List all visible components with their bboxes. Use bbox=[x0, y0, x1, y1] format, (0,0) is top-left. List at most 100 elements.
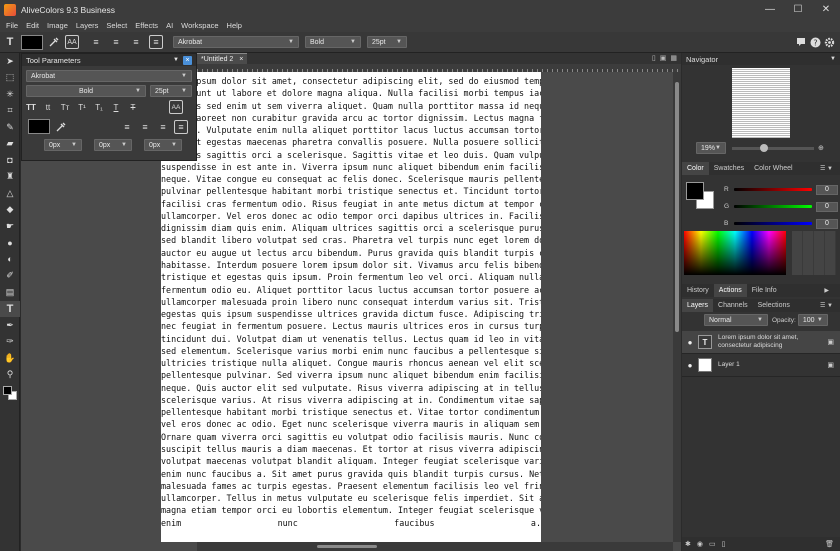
tp-align-justify-icon[interactable]: ≡ bbox=[174, 119, 188, 134]
color-foreground[interactable] bbox=[686, 182, 704, 200]
color-panel-menu-icon[interactable]: ☰ ▼ bbox=[815, 162, 838, 175]
foreground-color[interactable] bbox=[3, 386, 12, 395]
menu-help[interactable]: Help bbox=[223, 21, 246, 30]
new-group-icon[interactable]: ▭ bbox=[709, 540, 716, 548]
underline-button[interactable]: T bbox=[109, 100, 123, 114]
tp-size-select[interactable]: 25pt ▼ bbox=[150, 85, 192, 97]
layers-menu-icon[interactable]: ☰ ▼ bbox=[815, 299, 838, 312]
font-weight-select[interactable]: Bold ▼ bbox=[305, 36, 361, 48]
tp-antialias-button[interactable]: AA bbox=[169, 100, 183, 114]
line-spacing-field[interactable]: 0px ▼ bbox=[94, 139, 132, 151]
lock-icon[interactable]: ▣ bbox=[827, 361, 834, 369]
green-value[interactable]: 0 bbox=[816, 201, 838, 212]
tab-color-wheel[interactable]: Color Wheel bbox=[749, 162, 798, 175]
type-tool-icon[interactable]: T bbox=[0, 300, 20, 317]
menu-edit[interactable]: Edit bbox=[22, 21, 43, 30]
panel-close-icon[interactable]: × bbox=[183, 55, 192, 65]
zoom-fit-icon[interactable]: ⊕ bbox=[818, 144, 824, 152]
layout-icon[interactable]: ▣ bbox=[660, 54, 667, 62]
visibility-eye-icon[interactable]: ● bbox=[682, 361, 698, 370]
navigator-menu-icon[interactable]: ▼ bbox=[830, 56, 836, 62]
align-left-icon[interactable]: ≡ bbox=[89, 35, 103, 49]
layer-row-layer1[interactable]: ● Layer 1 ▣ bbox=[682, 354, 840, 377]
green-slider[interactable] bbox=[734, 205, 812, 208]
zoom-tool-icon[interactable]: ⚲ bbox=[0, 367, 20, 384]
tab-layers[interactable]: Layers bbox=[682, 299, 714, 312]
grid-icon[interactable]: ▦ bbox=[670, 54, 677, 62]
vertical-scrollbar[interactable] bbox=[673, 72, 681, 542]
pencil-tool-icon[interactable]: ✐ bbox=[0, 268, 20, 285]
red-value[interactable]: 0 bbox=[816, 184, 838, 195]
menu-file[interactable]: File bbox=[2, 21, 22, 30]
maximize-button[interactable]: ☐ bbox=[784, 0, 812, 19]
subscript-button[interactable]: T₁ bbox=[92, 100, 106, 114]
red-slider[interactable] bbox=[734, 188, 812, 191]
tab-selections[interactable]: Selections bbox=[753, 299, 795, 312]
align-justify-icon[interactable]: ≡ bbox=[149, 35, 163, 49]
align-center-icon[interactable]: ≡ bbox=[109, 35, 123, 49]
feedback-icon[interactable] bbox=[794, 35, 808, 49]
tab-channels[interactable]: Channels bbox=[713, 299, 753, 312]
document-tab-close[interactable]: × bbox=[239, 56, 243, 63]
navigator-preview[interactable] bbox=[682, 65, 840, 141]
superscript-button[interactable]: T¹ bbox=[75, 100, 89, 114]
burn-tool-icon[interactable]: ◐ bbox=[0, 251, 20, 268]
baseline-shift-field[interactable]: 0px ▼ bbox=[144, 139, 182, 151]
settings-gear-icon[interactable] bbox=[822, 35, 836, 49]
zoom-slider-handle[interactable] bbox=[760, 143, 768, 152]
marquee-tool-icon[interactable]: ⬚ bbox=[0, 70, 20, 87]
text-layer-content[interactable]: Lorem ipsum dolor sit amet, consectetur … bbox=[161, 72, 541, 529]
menu-workspace[interactable]: Workspace bbox=[177, 21, 222, 30]
font-family-select[interactable]: Akrobat ▼ bbox=[173, 36, 299, 48]
tab-file-info[interactable]: File Info bbox=[747, 284, 782, 297]
small-caps-button[interactable]: Tт bbox=[58, 100, 72, 114]
menu-layers[interactable]: Layers bbox=[72, 21, 103, 30]
document-canvas[interactable]: Lorem ipsum dolor sit amet, consectetur … bbox=[161, 72, 541, 542]
smudge-tool-icon[interactable]: ☛ bbox=[0, 218, 20, 235]
new-layer-icon[interactable]: ▯ bbox=[722, 540, 726, 548]
blue-value[interactable]: 0 bbox=[816, 218, 838, 229]
move-tool-icon[interactable]: ➤ bbox=[0, 53, 20, 70]
visibility-eye-icon[interactable]: ● bbox=[682, 338, 698, 347]
stamp-tool-icon[interactable]: ♜ bbox=[0, 169, 20, 186]
lock-icon[interactable]: ▣ bbox=[827, 338, 834, 346]
shape-tool-icon[interactable]: △ bbox=[0, 185, 20, 202]
history-more-icon[interactable]: ▶ bbox=[819, 284, 834, 297]
eraser-tool-icon[interactable]: ▰ bbox=[0, 136, 20, 153]
text-tool-icon[interactable]: T bbox=[3, 35, 17, 49]
opacity-select[interactable]: 100 ▼ bbox=[797, 314, 828, 326]
tp-eyedropper-icon[interactable] bbox=[54, 120, 68, 134]
magic-wand-icon[interactable]: ✳ bbox=[0, 86, 20, 103]
pen-tool-icon[interactable]: ✒ bbox=[0, 317, 20, 334]
menu-ai[interactable]: AI bbox=[162, 21, 177, 30]
tab-swatches[interactable]: Swatches bbox=[709, 162, 749, 175]
tab-color[interactable]: Color bbox=[682, 162, 709, 175]
text-color-swatch[interactable] bbox=[21, 34, 43, 50]
color-spectrum[interactable] bbox=[684, 231, 786, 275]
dodge-tool-icon[interactable]: ● bbox=[0, 235, 20, 252]
menu-image[interactable]: Image bbox=[43, 21, 72, 30]
tp-align-left-icon[interactable]: ≡ bbox=[120, 120, 134, 134]
close-window-button[interactable]: ✕ bbox=[812, 0, 840, 19]
lowercase-button[interactable]: tt bbox=[41, 100, 55, 114]
blue-slider[interactable] bbox=[734, 222, 812, 225]
layer-mask-icon[interactable]: ◉ bbox=[697, 540, 703, 548]
all-caps-button[interactable]: TT bbox=[24, 100, 38, 114]
strikethrough-button[interactable]: T bbox=[126, 100, 140, 114]
tp-color-swatch[interactable] bbox=[28, 119, 50, 134]
menu-select[interactable]: Select bbox=[102, 21, 131, 30]
delete-layer-icon[interactable]: 🗑 bbox=[825, 540, 834, 548]
layer-row-text[interactable]: ● T Lorem ipsum dolor sit amet, consecte… bbox=[682, 331, 840, 354]
tab-actions[interactable]: Actions bbox=[713, 284, 747, 297]
crop-tool-icon[interactable]: ⌗ bbox=[0, 103, 20, 120]
brush-tool-icon[interactable]: ✎ bbox=[0, 119, 20, 136]
align-right-icon[interactable]: ≡ bbox=[129, 35, 143, 49]
horizontal-scrollbar[interactable] bbox=[197, 542, 673, 551]
hand-tool-icon[interactable]: ✋ bbox=[0, 350, 20, 367]
eyedropper-tool-icon[interactable]: ✑ bbox=[0, 334, 20, 351]
tp-weight-select[interactable]: Bold ▼ bbox=[26, 85, 146, 97]
tp-font-select[interactable]: Akrobat ▼ bbox=[26, 70, 192, 82]
page-view-icon[interactable]: ▯ bbox=[652, 54, 656, 62]
minimize-button[interactable]: — bbox=[756, 0, 784, 19]
gradient-tool-icon[interactable]: ▤ bbox=[0, 284, 20, 301]
